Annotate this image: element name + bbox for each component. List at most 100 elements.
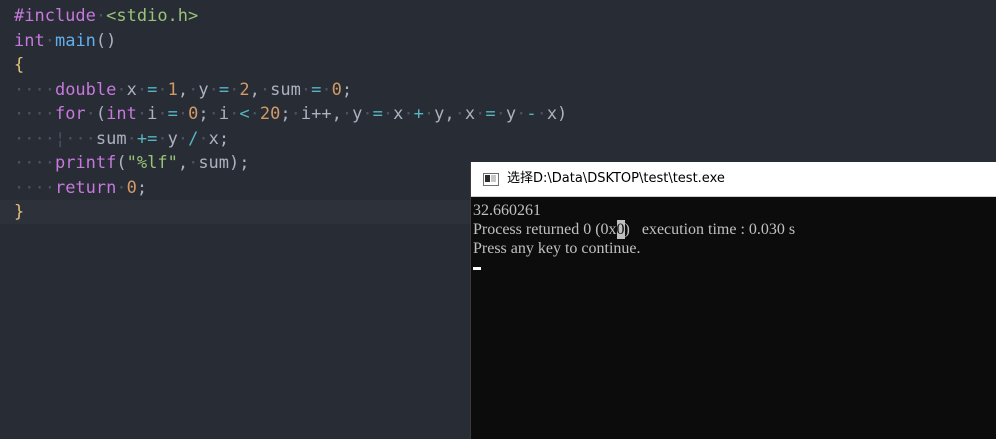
code-token: ; bbox=[136, 177, 148, 198]
code-token: 2 bbox=[239, 79, 250, 100]
whitespace-marker: · bbox=[157, 104, 168, 124]
code-token: y, bbox=[434, 104, 455, 124]
whitespace-marker: · bbox=[116, 79, 127, 100]
code-token: ; bbox=[341, 79, 353, 100]
code-token: x; bbox=[208, 128, 230, 149]
whitespace-marker: · bbox=[126, 128, 137, 149]
whitespace-marker: · bbox=[208, 104, 219, 124]
code-token: "%lf" bbox=[126, 153, 178, 173]
code-token: double bbox=[54, 79, 117, 100]
code-token: += bbox=[136, 128, 158, 149]
code-token: = bbox=[167, 104, 178, 124]
whitespace-marker: · bbox=[95, 6, 107, 26]
whitespace-marker: · bbox=[362, 104, 373, 124]
code-token: , bbox=[177, 153, 189, 173]
whitespace-marker: · bbox=[495, 104, 506, 124]
whitespace-marker: · bbox=[290, 104, 301, 124]
code-token: i bbox=[218, 104, 230, 124]
code-line[interactable]: ····¦···sum·+=·y·/·x; bbox=[14, 127, 996, 151]
code-token: y bbox=[198, 79, 209, 100]
whitespace-marker: ···· bbox=[14, 79, 55, 100]
code-token: int bbox=[106, 104, 137, 124]
code-token: for bbox=[54, 104, 86, 124]
console-text: ) execution time : 0.030 s bbox=[624, 221, 796, 238]
whitespace-marker: · bbox=[229, 79, 240, 100]
code-token: 0 bbox=[188, 104, 199, 124]
whitespace-marker: · bbox=[300, 79, 312, 100]
code-token: ( bbox=[95, 104, 107, 124]
whitespace-marker: · bbox=[229, 104, 240, 124]
whitespace-marker: · bbox=[177, 104, 189, 124]
code-token: = bbox=[218, 79, 230, 100]
code-token: #include bbox=[14, 6, 96, 26]
whitespace-marker: · bbox=[198, 128, 209, 149]
console-titlebar[interactable]: 选择D:\Data\DSKTOP\test\test.exe bbox=[471, 162, 996, 197]
whitespace-marker: · bbox=[454, 104, 465, 124]
code-token: sum); bbox=[198, 153, 250, 173]
code-token: int bbox=[14, 30, 45, 51]
code-token: i++, bbox=[300, 104, 342, 124]
code-token: <stdio.h> bbox=[106, 6, 199, 26]
whitespace-marker: · bbox=[44, 30, 55, 51]
code-token: () bbox=[95, 30, 117, 51]
console-text: Process returned 0 (0x bbox=[473, 221, 617, 238]
whitespace-marker: · bbox=[188, 79, 199, 100]
console-cursor bbox=[473, 267, 481, 270]
console-output-line: Process returned 0 (0x0) execution time … bbox=[473, 220, 795, 239]
code-token: x bbox=[126, 79, 137, 100]
code-token: ( bbox=[116, 153, 127, 173]
code-token: return bbox=[54, 177, 117, 198]
whitespace-marker: · bbox=[177, 128, 189, 149]
code-token: + bbox=[413, 104, 424, 124]
code-token: y bbox=[352, 104, 363, 124]
code-token: , bbox=[249, 79, 260, 100]
whitespace-marker: ···· bbox=[14, 177, 55, 198]
whitespace-marker: ···· bbox=[14, 128, 55, 149]
whitespace-marker: · bbox=[259, 79, 271, 100]
code-token: { bbox=[14, 55, 25, 75]
code-token: i bbox=[147, 104, 158, 124]
code-line[interactable]: ····for·(int·i·=·0;·i·<·20;·i++,·y·=·x·+… bbox=[14, 102, 996, 126]
console-output-line: 32.660261 bbox=[473, 202, 541, 219]
code-token: , bbox=[177, 79, 189, 100]
code-line[interactable]: ····double·x·=·1,·y·=·2,·sum·=·0; bbox=[14, 78, 996, 102]
code-token: ; bbox=[198, 104, 209, 124]
console-selection-cursor: 0 bbox=[616, 220, 625, 239]
code-token: 0 bbox=[331, 79, 342, 100]
code-token: / bbox=[188, 128, 199, 149]
whitespace-marker: · bbox=[157, 128, 168, 149]
whitespace-marker: · bbox=[403, 104, 414, 124]
code-line[interactable]: #include·<stdio.h> bbox=[14, 4, 996, 28]
console-window[interactable]: 选择D:\Data\DSKTOP\test\test.exe 32.660261… bbox=[470, 162, 996, 439]
whitespace-marker: · bbox=[116, 177, 127, 198]
code-token: x) bbox=[546, 104, 568, 124]
code-token: ¦ bbox=[54, 128, 66, 149]
console-title: 选择D:\Data\DSKTOP\test\test.exe bbox=[507, 171, 725, 186]
whitespace-marker: ···· bbox=[14, 153, 55, 173]
whitespace-marker: · bbox=[157, 79, 168, 100]
code-token: ; bbox=[280, 104, 291, 124]
code-token: main bbox=[54, 30, 96, 51]
code-token: < bbox=[239, 104, 250, 124]
console-output-line: Press any key to continue. bbox=[473, 240, 641, 257]
whitespace-marker: · bbox=[136, 104, 148, 124]
code-token: printf bbox=[54, 153, 117, 173]
whitespace-marker: · bbox=[516, 104, 527, 124]
code-token: y bbox=[167, 128, 178, 149]
whitespace-marker: · bbox=[475, 104, 486, 124]
code-token: sum bbox=[270, 79, 301, 100]
code-token: 20 bbox=[259, 104, 281, 124]
console-app-icon bbox=[483, 173, 499, 186]
code-token: = bbox=[147, 79, 158, 100]
code-line[interactable]: int·main() bbox=[14, 29, 996, 53]
code-token: y bbox=[505, 104, 517, 124]
whitespace-marker: · bbox=[423, 104, 435, 124]
code-line[interactable]: { bbox=[14, 53, 996, 77]
whitespace-marker: · bbox=[341, 104, 353, 124]
whitespace-marker: · bbox=[85, 104, 96, 124]
code-token: = bbox=[311, 79, 322, 100]
code-token: 1 bbox=[167, 79, 178, 100]
whitespace-marker: ··· bbox=[65, 128, 96, 149]
whitespace-marker: · bbox=[382, 104, 394, 124]
code-token: - bbox=[526, 104, 537, 124]
